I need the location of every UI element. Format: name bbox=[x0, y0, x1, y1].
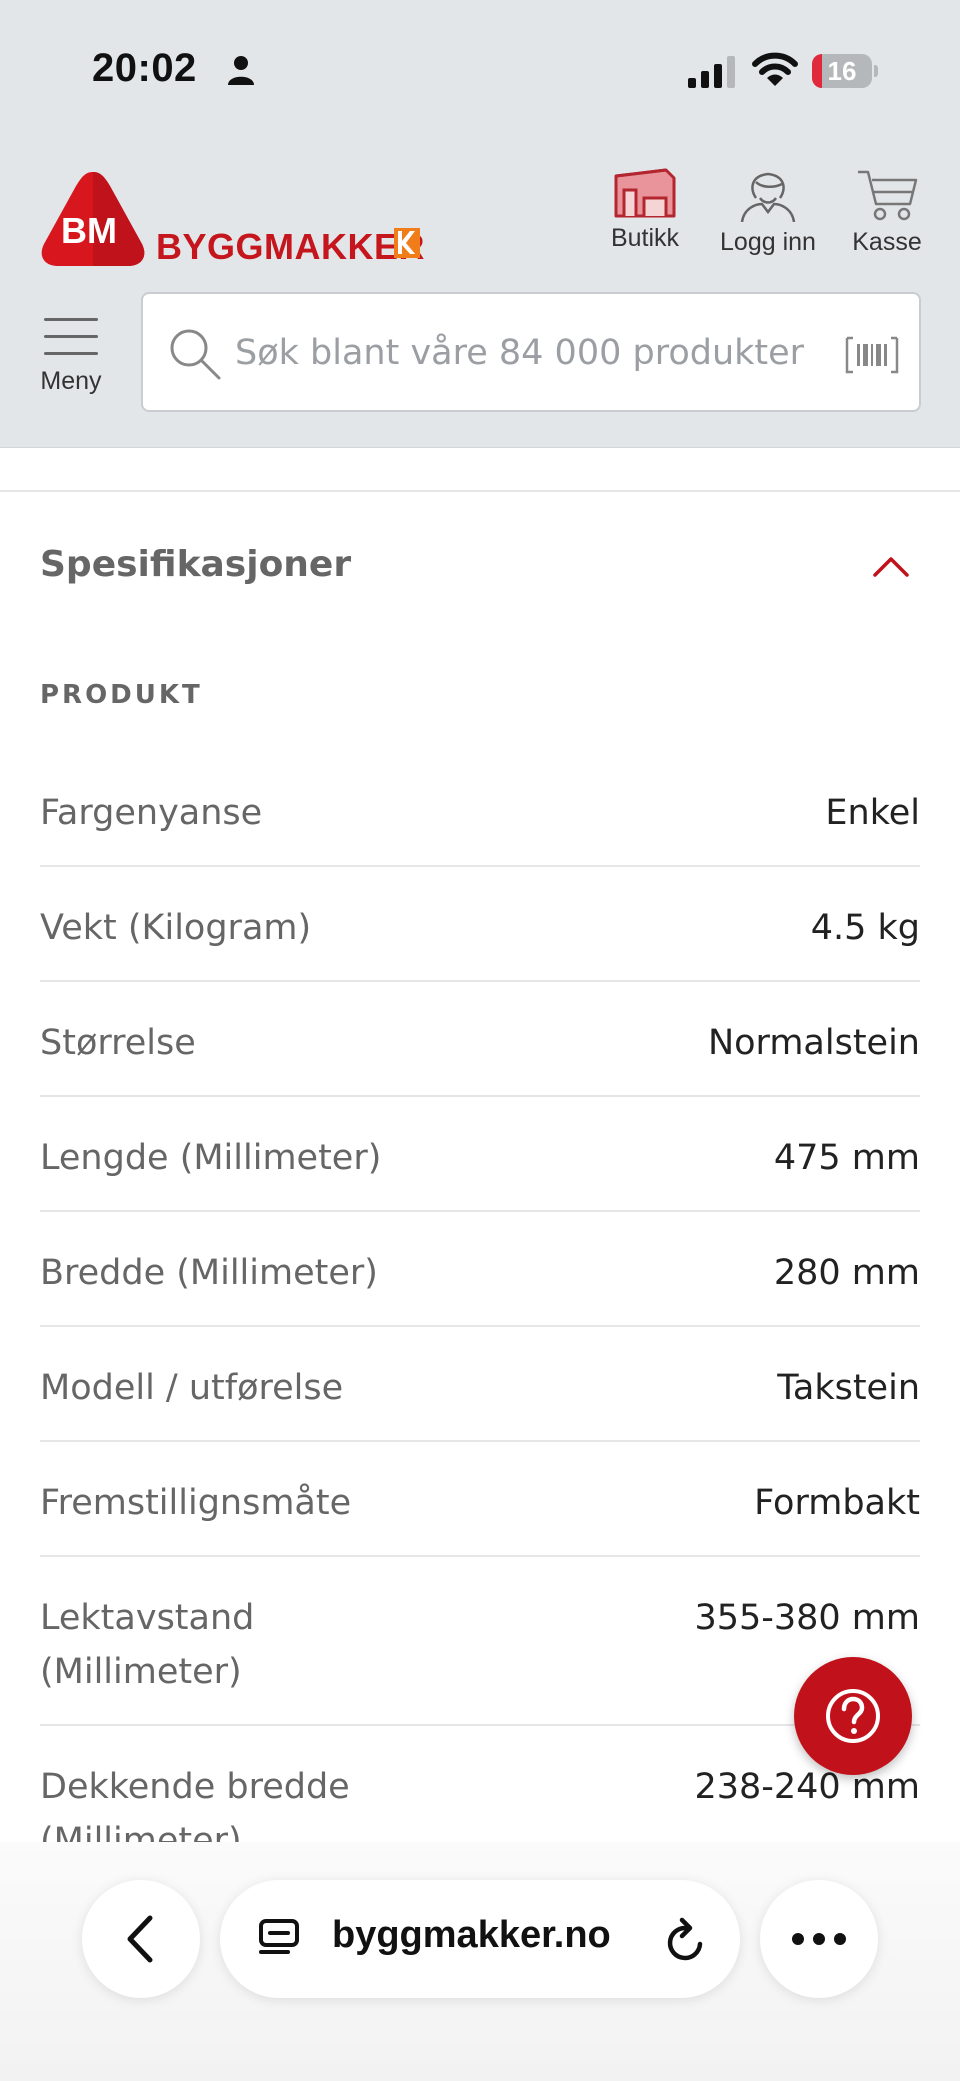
spec-row: Størrelse Normalstein bbox=[40, 982, 920, 1097]
tabs-icon[interactable] bbox=[258, 1918, 302, 1964]
spec-value: 355-380 mm bbox=[694, 1598, 920, 1638]
chevron-up-icon[interactable] bbox=[872, 554, 910, 582]
spec-value: Enkel bbox=[825, 793, 920, 833]
spec-key: Vekt (Kilogram) bbox=[40, 908, 312, 948]
barcode-scanner-icon[interactable] bbox=[845, 336, 899, 378]
battery-indicator: 16 bbox=[812, 54, 878, 88]
store-button[interactable]: Butikk bbox=[600, 168, 690, 253]
specifications-list: Fargenyanse Enkel Vekt (Kilogram) 4.5 kg Stø… bbox=[40, 752, 920, 1842]
content-divider bbox=[0, 490, 960, 492]
back-button[interactable] bbox=[82, 1880, 200, 1998]
spec-value: Formbakt bbox=[754, 1483, 920, 1523]
spec-key: Lektavstand (Millimeter) bbox=[40, 1598, 255, 1692]
login-button[interactable]: Logg inn bbox=[714, 168, 822, 257]
hamburger-icon bbox=[44, 318, 98, 369]
spec-key: Bredde (Millimeter) bbox=[40, 1253, 378, 1293]
question-icon bbox=[826, 1689, 880, 1743]
spec-value: Normalstein bbox=[707, 1023, 920, 1063]
spec-key: Lengde (Millimeter) bbox=[40, 1138, 382, 1178]
spec-row: Bredde (Millimeter) 280 mm bbox=[40, 1212, 920, 1327]
specifications-title: Spesifikasjoner bbox=[40, 544, 352, 585]
kesko-k-icon bbox=[394, 228, 420, 258]
reload-icon[interactable] bbox=[664, 1916, 708, 1968]
wifi-icon bbox=[752, 52, 798, 92]
search-box[interactable] bbox=[141, 292, 921, 412]
menu-button[interactable]: Meny bbox=[30, 306, 112, 406]
spec-row: Fargenyanse Enkel bbox=[40, 752, 920, 867]
spec-row: Fremstillignsmåte Formbakt bbox=[40, 1442, 920, 1557]
cellular-signal-icon bbox=[688, 56, 736, 92]
spec-value: 238-240 mm bbox=[694, 1767, 920, 1807]
status-time: 20:02 bbox=[92, 46, 197, 90]
specifications-accordion-header[interactable]: Spesifikasjoner bbox=[40, 528, 920, 612]
spec-row: Modell / utførelse Takstein bbox=[40, 1327, 920, 1442]
byggmakker-logo[interactable]: BM BYGGMAKKER bbox=[38, 166, 438, 276]
search-input[interactable] bbox=[235, 318, 815, 388]
site-header: BM BYGGMAKKER Butikk Logg inn Kasse Meny… bbox=[0, 140, 960, 448]
chevron-left-icon bbox=[127, 1915, 153, 1963]
checkout-label: Kasse bbox=[852, 228, 922, 256]
ellipsis-icon bbox=[792, 1933, 846, 1945]
help-button[interactable] bbox=[794, 1657, 912, 1775]
user-icon bbox=[740, 172, 796, 222]
store-icon bbox=[614, 168, 676, 218]
spec-value: 4.5 kg bbox=[810, 908, 920, 948]
spec-key: Fargenyanse bbox=[40, 793, 263, 833]
status-bar: 20:02 16 bbox=[0, 0, 960, 140]
spec-key: Størrelse bbox=[40, 1023, 196, 1063]
brand-name: BYGGMAKKER bbox=[156, 226, 426, 267]
spec-key: Dekkende bredde (Millimeter) bbox=[40, 1767, 350, 1842]
spec-value: 280 mm bbox=[773, 1253, 920, 1293]
login-label: Logg inn bbox=[720, 228, 816, 256]
spec-key: Modell / utførelse bbox=[40, 1368, 344, 1408]
more-options-button[interactable] bbox=[760, 1880, 878, 1998]
spec-value: Takstein bbox=[777, 1368, 920, 1408]
person-icon bbox=[226, 54, 256, 90]
spec-row: Lengde (Millimeter) 475 mm bbox=[40, 1097, 920, 1212]
address-bar[interactable]: byggmakker.no bbox=[220, 1880, 740, 1998]
checkout-button[interactable]: Kasse bbox=[842, 168, 932, 257]
spec-row: Dekkende bredde (Millimeter) 238-240 mm bbox=[40, 1726, 920, 1842]
search-icon bbox=[167, 326, 223, 386]
store-label: Butikk bbox=[610, 224, 680, 252]
url-text: byggmakker.no bbox=[332, 1914, 611, 1956]
section-label-produkt: PRODUKT bbox=[40, 680, 203, 710]
cart-icon bbox=[858, 170, 918, 221]
battery-level: 16 bbox=[827, 56, 857, 86]
spec-key: Fremstillignsmåte bbox=[40, 1483, 352, 1523]
browser-toolbar: byggmakker.no bbox=[0, 1842, 960, 2081]
spec-row: Lektavstand (Millimeter) 355-380 mm bbox=[40, 1557, 920, 1726]
menu-label: Meny bbox=[40, 367, 102, 395]
logo-badge-text: BM bbox=[61, 210, 117, 251]
spec-row: Vekt (Kilogram) 4.5 kg bbox=[40, 867, 920, 982]
spec-value: 475 mm bbox=[773, 1138, 920, 1178]
